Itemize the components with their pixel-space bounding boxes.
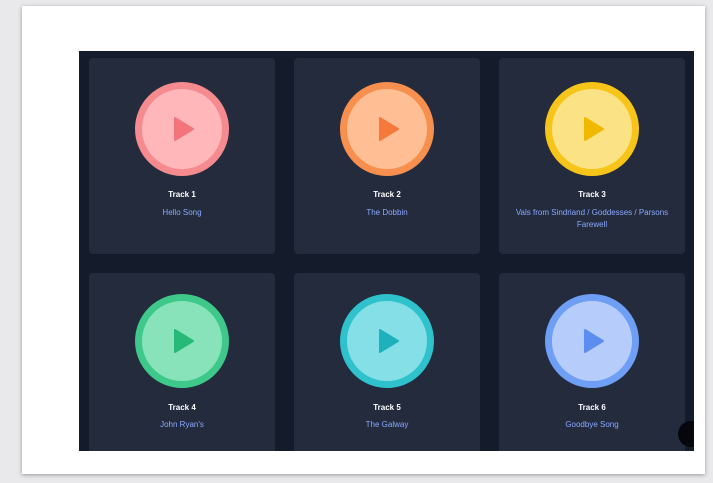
screenshot-frame: Track 1 Hello Song Track 2 The Dobbin Tr…: [22, 6, 705, 474]
track-title: Track 5: [373, 403, 401, 412]
track-card-5[interactable]: Track 5 The Galway: [294, 273, 480, 451]
play-button-track-5[interactable]: [340, 294, 434, 388]
track-name-link[interactable]: The Galway: [306, 419, 468, 431]
play-button-track-3[interactable]: [545, 82, 639, 176]
track-card-2[interactable]: Track 2 The Dobbin: [294, 58, 480, 254]
track-card-4[interactable]: Track 4 John Ryan's: [89, 273, 275, 451]
play-icon: [174, 329, 194, 353]
track-name-link[interactable]: The Dobbin: [306, 207, 468, 219]
play-button-track-1[interactable]: [135, 82, 229, 176]
track-title: Track 3: [578, 190, 606, 199]
play-icon: [174, 117, 194, 141]
play-button-track-4[interactable]: [135, 294, 229, 388]
track-grid: Track 1 Hello Song Track 2 The Dobbin Tr…: [79, 51, 694, 451]
track-title: Track 1: [168, 190, 196, 199]
track-name-link[interactable]: Hello Song: [101, 207, 263, 219]
track-card-6[interactable]: Track 6 Goodbye Song: [499, 273, 685, 451]
play-icon: [379, 117, 399, 141]
play-button-track-6[interactable]: [545, 294, 639, 388]
play-icon: [379, 329, 399, 353]
track-title: Track 2: [373, 190, 401, 199]
track-title: Track 4: [168, 403, 196, 412]
track-card-3[interactable]: Track 3 Vals from Sindriand / Goddesses …: [499, 58, 685, 254]
play-icon: [584, 329, 604, 353]
track-name-link[interactable]: John Ryan's: [101, 419, 263, 431]
track-name-link[interactable]: Vals from Sindriand / Goddesses / Parson…: [511, 207, 673, 231]
track-name-link[interactable]: Goodbye Song: [511, 419, 673, 431]
track-title: Track 6: [578, 403, 606, 412]
play-icon: [584, 117, 604, 141]
track-card-1[interactable]: Track 1 Hello Song: [89, 58, 275, 254]
play-button-track-2[interactable]: [340, 82, 434, 176]
